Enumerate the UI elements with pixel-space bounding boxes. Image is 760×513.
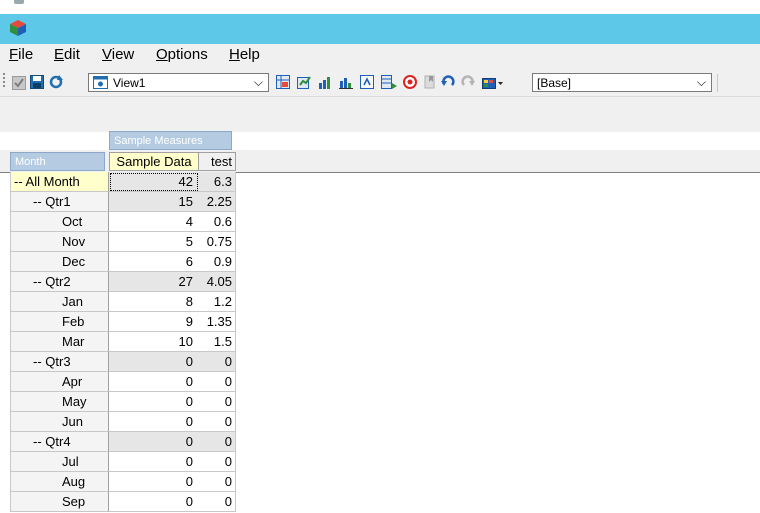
undo-icon[interactable]	[441, 75, 455, 89]
toolbar-grip[interactable]	[3, 73, 5, 89]
row-header-mar[interactable]: Mar	[10, 332, 109, 352]
cell-sample-data[interactable]: 6	[109, 252, 199, 272]
row-header-jul[interactable]: Jul	[10, 452, 109, 472]
palette-dropdown-icon[interactable]	[482, 75, 504, 89]
menu-help[interactable]: Help	[229, 46, 260, 63]
row-header-jun[interactable]: Jun	[10, 412, 109, 432]
menu-view-label: iew	[111, 46, 135, 63]
cell-test[interactable]: 0	[198, 452, 236, 472]
toolbar: View1 ⌵ [Base] ⌵	[0, 66, 760, 97]
formula-icon[interactable]	[360, 75, 374, 89]
cell-test[interactable]: 1.2	[198, 292, 236, 312]
cell-sample-data[interactable]: 0	[109, 352, 199, 372]
view-select-value: View1	[113, 76, 146, 90]
title-bar[interactable]	[0, 14, 760, 44]
row-header-jan[interactable]: Jan	[10, 292, 109, 312]
menu-edit-label: dit	[64, 46, 80, 63]
cell-sample-data[interactable]: 9	[109, 312, 199, 332]
month-dimension-header[interactable]: Month	[10, 152, 105, 171]
menu-file-label: ile	[18, 46, 34, 63]
menu-view[interactable]: View	[102, 46, 134, 63]
row-header-nov[interactable]: Nov	[10, 232, 109, 252]
row-header-qtr1[interactable]: -- Qtr1	[10, 192, 109, 212]
chevron-down-icon: ⌵	[696, 75, 706, 89]
cell-sample-data[interactable]: 5	[109, 232, 199, 252]
column-header-sample-data[interactable]: Sample Data	[109, 152, 199, 171]
cell-sample-data[interactable]: 0	[109, 472, 199, 492]
cell-test[interactable]: 0.75	[198, 232, 236, 252]
measures-dimension-header[interactable]: Sample Measures	[109, 131, 232, 150]
cell-test[interactable]: 4.05	[198, 272, 236, 292]
cell-sample-data[interactable]: 10	[109, 332, 199, 352]
menu-file-accel: F	[9, 46, 19, 63]
cell-test[interactable]: 0	[198, 372, 236, 392]
row-header-may[interactable]: May	[10, 392, 109, 412]
menu-options-accel: O	[156, 46, 168, 63]
bookmark-icon[interactable]	[423, 75, 437, 89]
base-select-value: [Base]	[537, 76, 572, 90]
cell-sample-data[interactable]: 0	[109, 452, 199, 472]
cell-test[interactable]: 0	[198, 472, 236, 492]
window-top-edge	[0, 0, 760, 14]
grid-layout-icon[interactable]	[276, 75, 290, 89]
row-header-all-month[interactable]: -- All Month	[10, 172, 109, 192]
cell-sample-data[interactable]: 27	[109, 272, 199, 292]
menu-help-label: elp	[239, 46, 260, 63]
row-header-oct[interactable]: Oct	[10, 212, 109, 232]
row-header-dec[interactable]: Dec	[10, 252, 109, 272]
cell-test[interactable]: 0	[198, 392, 236, 412]
cell-sample-data[interactable]: 0	[109, 372, 199, 392]
cell-sample-data[interactable]: 15	[109, 192, 199, 212]
cell-sample-data[interactable]: 4	[109, 212, 199, 232]
cell-test[interactable]: 6.3	[198, 172, 236, 192]
app-cube-icon	[10, 20, 26, 36]
cell-sample-data[interactable]: 0	[109, 392, 199, 412]
menu-edit-accel: E	[54, 46, 65, 63]
base-select[interactable]: [Base] ⌵	[532, 73, 712, 92]
save-icon[interactable]	[30, 75, 44, 89]
cell-test[interactable]: 0	[198, 412, 236, 432]
row-header-qtr4[interactable]: -- Qtr4	[10, 432, 109, 452]
row-header-feb[interactable]: Feb	[10, 312, 109, 332]
row-header-apr[interactable]: Apr	[10, 372, 109, 392]
redo-icon[interactable]	[461, 75, 475, 89]
cell-test[interactable]: 2.25	[198, 192, 236, 212]
cell-test[interactable]: 0	[198, 352, 236, 372]
chart-bars-icon[interactable]	[339, 75, 353, 89]
cell-sample-data[interactable]: 0	[109, 492, 199, 512]
menu-help-accel: H	[229, 46, 240, 63]
chart-up-icon[interactable]	[318, 75, 332, 89]
cell-sample-data[interactable]: 0	[109, 412, 199, 432]
check-icon[interactable]	[12, 76, 26, 90]
row-header-qtr2[interactable]: -- Qtr2	[10, 272, 109, 292]
export-grid-icon[interactable]	[381, 75, 397, 89]
row-header-sep[interactable]: Sep	[10, 492, 109, 512]
chart-edit-icon[interactable]	[297, 75, 311, 89]
row-header-aug[interactable]: Aug	[10, 472, 109, 492]
toolbar-separator	[717, 74, 718, 92]
cell-test[interactable]: 0.9	[198, 252, 236, 272]
menu-edit[interactable]: Edit	[54, 46, 80, 63]
cell-test[interactable]: 1.35	[198, 312, 236, 332]
cell-sample-data[interactable]: 42	[109, 172, 199, 192]
block-icon[interactable]	[403, 75, 417, 89]
refresh-icon[interactable]	[49, 75, 63, 89]
row-header-qtr3[interactable]: -- Qtr3	[10, 352, 109, 372]
menu-view-accel: V	[102, 46, 112, 63]
cell-test[interactable]: 0	[198, 432, 236, 452]
cell-test[interactable]: 1.5	[198, 332, 236, 352]
chevron-down-icon: ⌵	[253, 75, 263, 89]
view-icon	[93, 76, 108, 89]
cell-sample-data[interactable]: 8	[109, 292, 199, 312]
menu-options-label: ptions	[167, 46, 208, 63]
menu-file[interactable]: File	[9, 46, 33, 63]
cell-sample-data[interactable]: 0	[109, 432, 199, 452]
cell-test[interactable]: 0	[198, 492, 236, 512]
menu-bar: File Edit View Options Help	[0, 44, 760, 66]
view-workspace	[0, 97, 760, 132]
cell-test[interactable]: 0.6	[198, 212, 236, 232]
view-select[interactable]: View1 ⌵	[88, 73, 269, 92]
menu-options[interactable]: Options	[156, 46, 208, 63]
column-header-test[interactable]: test	[198, 152, 236, 171]
